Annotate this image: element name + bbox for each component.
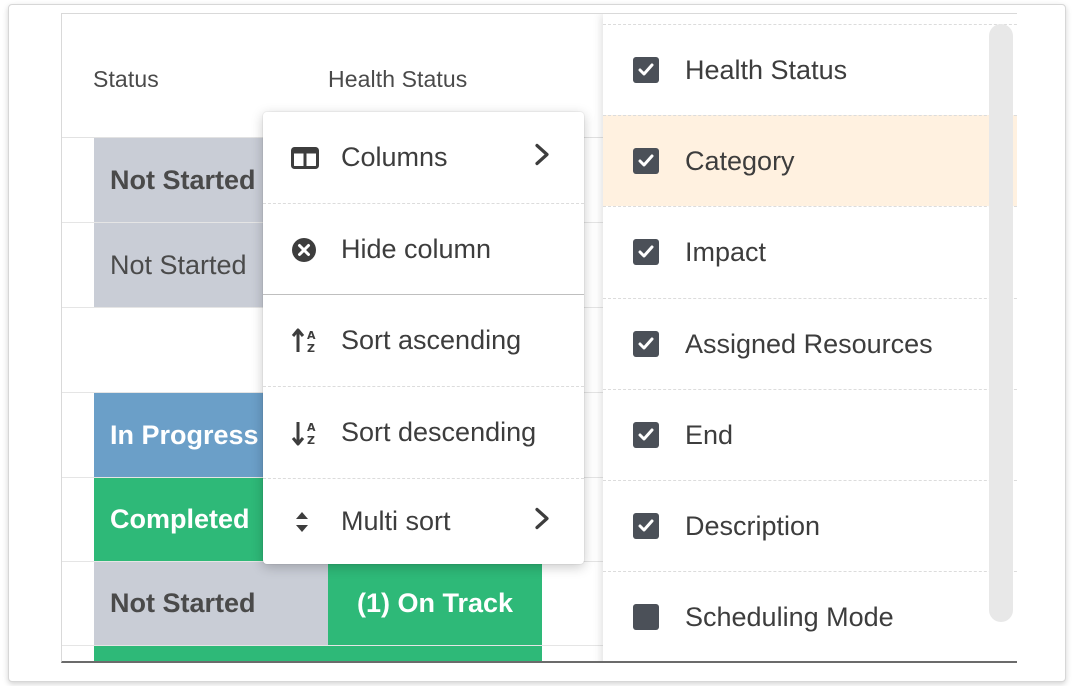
submenu-scrollbar[interactable]	[989, 24, 1013, 622]
chevron-right-icon	[534, 506, 550, 537]
column-toggle-label: Impact	[685, 236, 767, 267]
column-toggle-end[interactable]: End	[603, 389, 1017, 480]
sort-ascending-icon: AZ	[291, 326, 327, 356]
column-toggle-label: Description	[685, 510, 821, 541]
grid-viewport: Status Health Status Not Started Not Sta…	[61, 13, 1017, 663]
menu-item-label: Sort ascending	[341, 325, 522, 355]
status-cell	[94, 646, 328, 661]
status-cell: Not Started	[94, 562, 328, 645]
svg-text:A: A	[307, 421, 316, 434]
column-toggle-label: Category	[685, 145, 795, 176]
column-toggle-impact[interactable]: Impact	[603, 206, 1017, 297]
svg-text:Z: Z	[307, 434, 315, 447]
column-toggle-label: Health Status	[685, 54, 848, 85]
column-header-status[interactable]: Status	[93, 66, 159, 93]
hide-column-icon	[291, 235, 327, 265]
columns-icon	[291, 143, 327, 173]
column-header-health-status[interactable]: Health Status	[328, 66, 467, 93]
menu-item-sort-descending[interactable]: AZ Sort descending	[263, 387, 584, 478]
svg-text:A: A	[307, 329, 316, 342]
column-toggle-assigned-resources[interactable]: Assigned Resources	[603, 298, 1017, 389]
sort-descending-icon: AZ	[291, 418, 327, 448]
column-toggle-label: End	[685, 419, 734, 450]
svg-text:Z: Z	[307, 342, 315, 355]
health-status-cell: (1) On Track	[328, 562, 542, 645]
menu-item-label: Hide column	[341, 234, 492, 264]
checkbox-checked-icon[interactable]	[633, 57, 659, 83]
checkbox-checked-icon[interactable]	[633, 331, 659, 357]
health-status-cell	[328, 646, 542, 661]
menu-item-sort-ascending[interactable]: AZ Sort ascending	[263, 295, 584, 386]
column-toggle-label: Scheduling Mode	[685, 601, 894, 632]
column-toggle-scheduling-mode[interactable]: Scheduling Mode	[603, 571, 1017, 661]
checkbox-checked-icon[interactable]	[633, 239, 659, 265]
columns-submenu: Health Status Category Impact Assigned R…	[603, 14, 1017, 661]
multi-sort-icon	[291, 507, 327, 537]
checkbox-checked-icon[interactable]	[633, 422, 659, 448]
menu-item-hide-column[interactable]: Hide column	[263, 204, 584, 295]
menu-item-label: Sort descending	[341, 417, 537, 447]
column-context-menu: Columns Hide column AZ Sort ascending AZ…	[263, 112, 584, 564]
column-toggle-category[interactable]: Category	[603, 115, 1017, 206]
checkbox-checked-icon[interactable]	[633, 148, 659, 174]
menu-item-multi-sort[interactable]: Multi sort	[263, 479, 584, 564]
checkbox-unchecked-icon[interactable]	[633, 604, 659, 630]
column-toggle-description[interactable]: Description	[603, 480, 1017, 571]
column-toggle-label: Assigned Resources	[685, 328, 933, 359]
checkbox-checked-icon[interactable]	[633, 513, 659, 539]
menu-item-columns[interactable]: Columns	[263, 112, 584, 203]
chevron-right-icon	[534, 142, 550, 173]
column-toggle-health-status[interactable]: Health Status	[603, 24, 1017, 115]
